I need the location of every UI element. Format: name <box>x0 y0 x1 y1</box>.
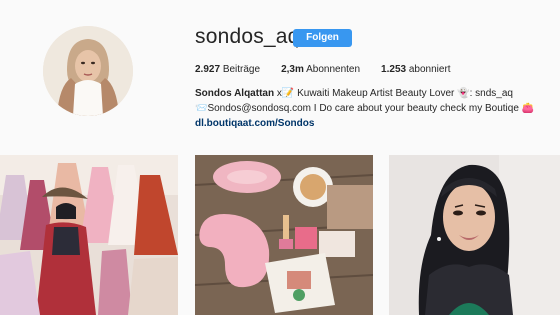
avatar[interactable] <box>43 26 133 116</box>
bio-line-2: 📨Sondos@sondosq.com I Do care about your… <box>195 103 535 114</box>
bio: Sondos Alqattan x📝 Kuwaiti Makeup Artist… <box>195 86 555 131</box>
username: sondos_aq <box>195 25 300 48</box>
full-name: Sondos Alqattan <box>195 88 275 99</box>
website-link[interactable]: dl.boutiqaat.com/Sondos <box>195 116 555 131</box>
stat-posts[interactable]: 2.927 Beiträge <box>195 64 260 75</box>
post-thumbnail[interactable] <box>0 155 178 315</box>
stat-label: Abonnenten <box>306 64 361 75</box>
profile-stats: 2.927 Beiträge 2,3m Abonnenten 1.253 abo… <box>195 64 472 75</box>
stat-following[interactable]: 1.253 abonniert <box>381 64 451 75</box>
bio-line-1: Sondos Alqattan x📝 Kuwaiti Makeup Artist… <box>195 86 555 101</box>
photo-products-icon <box>195 155 373 315</box>
stat-count: 2.927 <box>195 64 221 75</box>
avatar-image <box>43 26 133 116</box>
posts-grid <box>0 155 560 315</box>
photo-portrait-icon <box>389 155 560 315</box>
follow-button[interactable]: Folgen <box>293 29 352 47</box>
profile-header: sondos_aq Folgen 2.927 Beiträge 2,3m Abo… <box>0 0 560 150</box>
stat-label: abonniert <box>408 64 451 75</box>
post-thumbnail[interactable] <box>389 155 560 315</box>
post-thumbnail[interactable] <box>195 155 373 315</box>
stat-label: Beiträge <box>222 64 261 75</box>
stat-followers[interactable]: 2,3m Abonnenten <box>281 64 360 75</box>
stat-count: 2,3m <box>281 64 304 75</box>
bio-text: x📝 Kuwaiti Makeup Artist Beauty Lover 👻:… <box>276 88 513 99</box>
stat-count: 1.253 <box>381 64 407 75</box>
photo-dresses-icon <box>0 155 178 315</box>
